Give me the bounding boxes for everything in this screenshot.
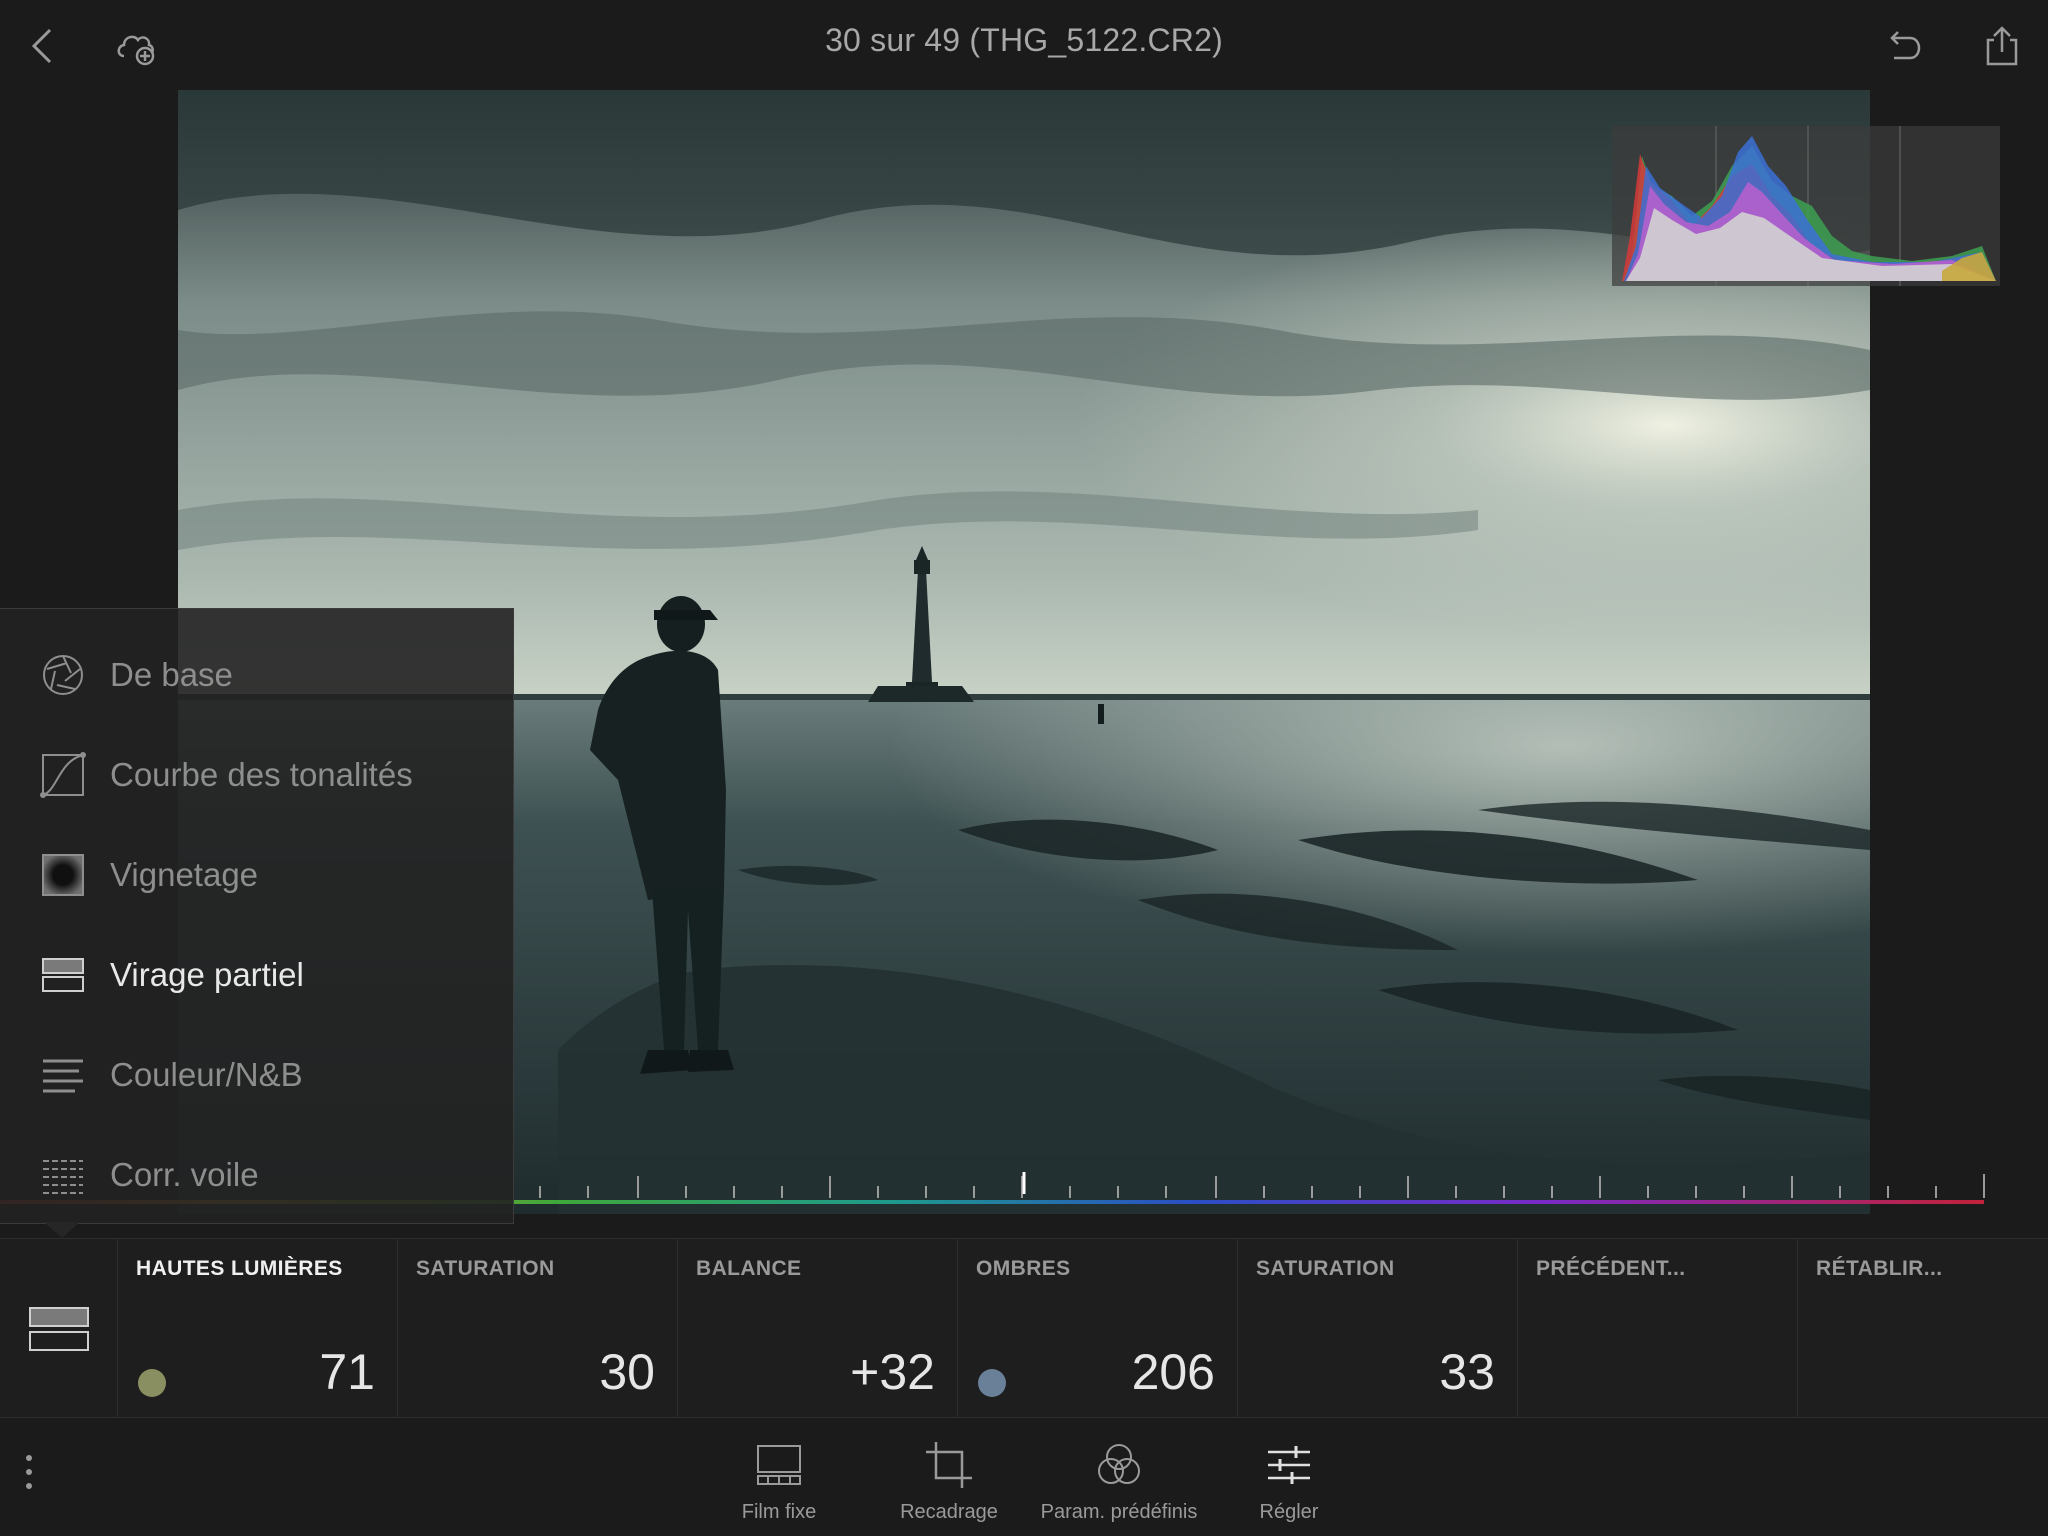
param-value: 71 <box>319 1344 375 1400</box>
tone-curve-icon <box>40 752 86 798</box>
dot-icon <box>26 1483 32 1489</box>
menu-item-label: Vignetage <box>110 856 259 893</box>
param-value: 206 <box>1131 1344 1215 1400</box>
adjustments-menu: De base Courbe des tonalités Vignetage V… <box>0 608 514 1224</box>
share-icon <box>1986 26 2018 66</box>
menu-item-dehaze[interactable]: Corr. voile <box>0 1129 514 1221</box>
tool-label: Param. prédéfinis <box>1040 1501 1198 1523</box>
highlight-color-swatch <box>138 1369 166 1397</box>
menu-item-basic[interactable]: De base <box>0 629 514 721</box>
filmstrip-icon <box>757 1445 801 1485</box>
dot-icon <box>26 1469 32 1475</box>
tool-adjust[interactable]: Régler <box>1204 1418 1374 1536</box>
menu-pointer <box>44 1222 80 1238</box>
undo-button[interactable] <box>1872 14 1936 78</box>
param-label: HAUTES LUMIÈRES <box>136 1257 343 1280</box>
param-value: +32 <box>850 1344 935 1400</box>
undo-icon <box>1890 31 1921 60</box>
share-button[interactable] <box>1970 14 2034 78</box>
more-options-button[interactable] <box>14 1442 44 1502</box>
bottom-toolbar: Film fixe Recadrage Param. prédéfinis Ré… <box>0 1418 2048 1536</box>
menu-item-label: Corr. voile <box>110 1156 259 1193</box>
tool-menu-toggle[interactable] <box>0 1239 118 1419</box>
split-toning-icon <box>42 958 84 992</box>
dot-icon <box>26 1455 32 1461</box>
tool-crop[interactable]: Recadrage <box>864 1418 1034 1536</box>
previous-button[interactable]: PRÉCÉDENT... <box>1518 1239 1798 1419</box>
adjust-sliders-icon <box>1268 1446 1310 1484</box>
page-title: 30 sur 49 (THG_5122.CR2) <box>825 22 1223 58</box>
param-balance[interactable]: BALANCE +32 <box>678 1239 958 1419</box>
param-highlights-saturation[interactable]: SATURATION 30 <box>398 1239 678 1419</box>
vignette-icon <box>42 854 84 896</box>
tool-label: Régler <box>1259 1501 1319 1523</box>
param-shadows-saturation[interactable]: SATURATION 33 <box>1238 1239 1518 1419</box>
tool-label: Recadrage <box>900 1501 998 1523</box>
shadow-color-swatch <box>978 1369 1006 1397</box>
param-label: SATURATION <box>1256 1257 1395 1280</box>
reset-button[interactable]: RÉTABLIR... <box>1798 1239 2048 1419</box>
param-label: OMBRES <box>976 1257 1071 1280</box>
param-label: BALANCE <box>696 1257 802 1280</box>
tool-filmstrip[interactable]: Film fixe <box>694 1418 864 1536</box>
split-toning-icon <box>28 1307 89 1351</box>
menu-item-color-bw[interactable]: Couleur/N&B <box>0 1029 514 1121</box>
crop-icon <box>926 1442 972 1488</box>
top-bar: 30 sur 49 (THG_5122.CR2) <box>0 0 2048 86</box>
param-label: PRÉCÉDENT... <box>1536 1257 1686 1280</box>
menu-item-label: Courbe des tonalités <box>110 756 413 793</box>
tool-label: Film fixe <box>741 1501 817 1523</box>
menu-item-tone-curve[interactable]: Courbe des tonalités <box>0 729 514 821</box>
color-bw-icon <box>43 1059 83 1093</box>
aperture-icon <box>43 655 83 695</box>
menu-item-label: Virage partiel <box>110 956 304 993</box>
histogram <box>1612 126 2000 286</box>
dehaze-icon <box>43 1160 83 1194</box>
param-value: 30 <box>599 1344 655 1400</box>
tool-presets[interactable]: Param. prédéfinis <box>1034 1418 1204 1536</box>
menu-item-vignette[interactable]: Vignetage <box>0 829 514 921</box>
param-label: SATURATION <box>416 1257 555 1280</box>
menu-item-split-toning[interactable]: Virage partiel <box>0 929 514 1021</box>
param-value: 33 <box>1439 1344 1495 1400</box>
presets-icon <box>1098 1444 1140 1484</box>
param-shadows-hue[interactable]: OMBRES 206 <box>958 1239 1238 1419</box>
menu-item-label: Couleur/N&B <box>110 1056 303 1093</box>
menu-item-label: De base <box>110 656 233 693</box>
split-toning-params: HAUTES LUMIÈRES 71 SATURATION 30 BALANCE… <box>0 1238 2048 1419</box>
param-label: RÉTABLIR... <box>1816 1257 1943 1280</box>
param-highlights-hue[interactable]: HAUTES LUMIÈRES 71 <box>118 1239 398 1419</box>
